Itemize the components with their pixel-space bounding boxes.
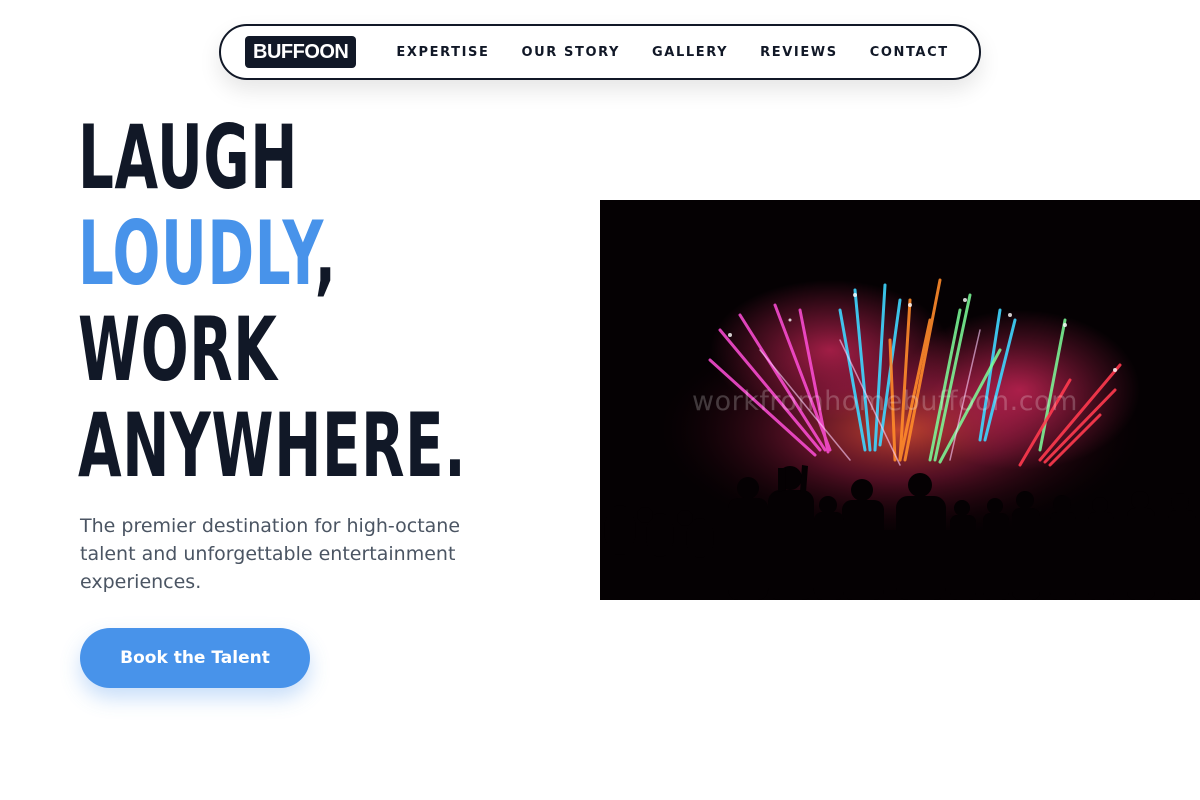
nav-link-expertise[interactable]: EXPERTISE — [396, 45, 489, 60]
image-watermark: workfromhomebuffoon.com — [692, 386, 1078, 417]
nav-links: EXPERTISE OUR STORY GALLERY REVIEWS CONT… — [380, 26, 964, 78]
nav-link-reviews[interactable]: REVIEWS — [760, 45, 838, 60]
main-nav: BUFFOON EXPERTISE OUR STORY GALLERY REVI… — [219, 24, 981, 80]
headline-accent-word: LOUDLY — [78, 202, 315, 305]
headline-line-4: ANYWHERE. — [78, 394, 467, 497]
nav-link-gallery[interactable]: GALLERY — [652, 45, 728, 60]
hero-fireworks-image: workfromhomebuffoon.com — [600, 200, 1200, 600]
headline-line-2: LOUDLY, — [78, 206, 466, 302]
hero-subtitle: The premier destination for high-octane … — [80, 515, 461, 593]
headline-line-1: LAUGH — [78, 106, 299, 209]
hero-headline: LAUGH LOUDLY, WORK ANYWHERE. — [78, 110, 466, 494]
headline-comma: , — [314, 202, 337, 305]
headline-line-3: WORK — [78, 298, 278, 401]
nav-link-our-story[interactable]: OUR STORY — [521, 45, 620, 60]
book-talent-button[interactable]: Book the Talent — [80, 628, 310, 688]
nav-link-contact[interactable]: CONTACT — [870, 45, 949, 60]
brand-logo[interactable]: BUFFOON — [245, 36, 357, 68]
